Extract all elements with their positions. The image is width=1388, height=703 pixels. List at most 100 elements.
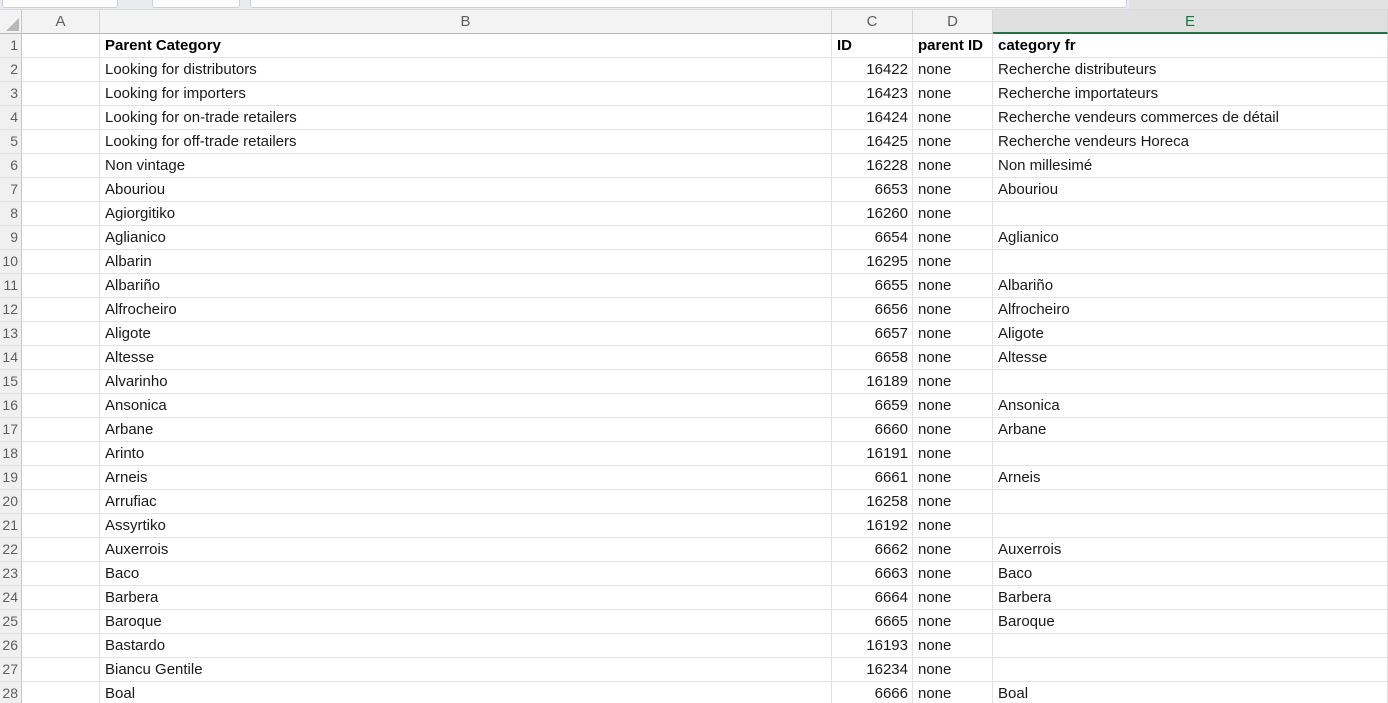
row-header-11[interactable]: 11	[0, 274, 22, 298]
cell-B6[interactable]: Non vintage	[100, 154, 832, 178]
cell-C26[interactable]: 16193	[832, 634, 913, 658]
cell-A7[interactable]	[22, 178, 100, 202]
row-header-17[interactable]: 17	[0, 418, 22, 442]
cell-A21[interactable]	[22, 514, 100, 538]
row-header-3[interactable]: 3	[0, 82, 22, 106]
row-header-6[interactable]: 6	[0, 154, 22, 178]
cell-D3[interactable]: none	[913, 82, 993, 106]
cell-A26[interactable]	[22, 634, 100, 658]
cell-E10[interactable]	[993, 250, 1388, 274]
cell-D20[interactable]: none	[913, 490, 993, 514]
cell-E24[interactable]: Barbera	[993, 586, 1388, 610]
cell-E18[interactable]	[993, 442, 1388, 466]
cell-D14[interactable]: none	[913, 346, 993, 370]
cell-E22[interactable]: Auxerrois	[993, 538, 1388, 562]
cell-B20[interactable]: Arrufiac	[100, 490, 832, 514]
cell-C23[interactable]: 6663	[832, 562, 913, 586]
cell-A20[interactable]	[22, 490, 100, 514]
row-header-18[interactable]: 18	[0, 442, 22, 466]
cell-E27[interactable]	[993, 658, 1388, 682]
row-header-1[interactable]: 1	[0, 34, 22, 58]
row-header-27[interactable]: 27	[0, 658, 22, 682]
row-header-5[interactable]: 5	[0, 130, 22, 154]
row-header-15[interactable]: 15	[0, 370, 22, 394]
cell-A23[interactable]	[22, 562, 100, 586]
row-header-20[interactable]: 20	[0, 490, 22, 514]
cell-E11[interactable]: Albariño	[993, 274, 1388, 298]
cell-A3[interactable]	[22, 82, 100, 106]
cell-C21[interactable]: 16192	[832, 514, 913, 538]
cell-E25[interactable]: Baroque	[993, 610, 1388, 634]
cell-A24[interactable]	[22, 586, 100, 610]
cell-E1[interactable]: category fr	[993, 34, 1388, 58]
cell-C12[interactable]: 6656	[832, 298, 913, 322]
cell-A5[interactable]	[22, 130, 100, 154]
row-header-8[interactable]: 8	[0, 202, 22, 226]
cell-B27[interactable]: Biancu Gentile	[100, 658, 832, 682]
row-header-28[interactable]: 28	[0, 682, 22, 703]
cell-D5[interactable]: none	[913, 130, 993, 154]
cell-D12[interactable]: none	[913, 298, 993, 322]
cell-A14[interactable]	[22, 346, 100, 370]
row-header-16[interactable]: 16	[0, 394, 22, 418]
cell-D26[interactable]: none	[913, 634, 993, 658]
cell-B8[interactable]: Agiorgitiko	[100, 202, 832, 226]
cell-C20[interactable]: 16258	[832, 490, 913, 514]
row-header-12[interactable]: 12	[0, 298, 22, 322]
cell-D13[interactable]: none	[913, 322, 993, 346]
cell-B1[interactable]: Parent Category	[100, 34, 832, 58]
cell-E5[interactable]: Recherche vendeurs Horeca	[993, 130, 1388, 154]
cell-B5[interactable]: Looking for off-trade retailers	[100, 130, 832, 154]
row-header-21[interactable]: 21	[0, 514, 22, 538]
cell-D7[interactable]: none	[913, 178, 993, 202]
cell-B16[interactable]: Ansonica	[100, 394, 832, 418]
cell-E7[interactable]: Abouriou	[993, 178, 1388, 202]
row-header-2[interactable]: 2	[0, 58, 22, 82]
cell-D4[interactable]: none	[913, 106, 993, 130]
cell-A12[interactable]	[22, 298, 100, 322]
cell-A4[interactable]	[22, 106, 100, 130]
cell-E19[interactable]: Arneis	[993, 466, 1388, 490]
cell-B10[interactable]: Albarin	[100, 250, 832, 274]
cell-B18[interactable]: Arinto	[100, 442, 832, 466]
column-header-a[interactable]: A	[22, 10, 100, 34]
insert-function-box[interactable]	[152, 0, 240, 8]
cell-B2[interactable]: Looking for distributors	[100, 58, 832, 82]
cell-C16[interactable]: 6659	[832, 394, 913, 418]
cell-D17[interactable]: none	[913, 418, 993, 442]
cell-A22[interactable]	[22, 538, 100, 562]
cell-A16[interactable]	[22, 394, 100, 418]
cell-E3[interactable]: Recherche importateurs	[993, 82, 1388, 106]
cell-B15[interactable]: Alvarinho	[100, 370, 832, 394]
cell-E6[interactable]: Non millesimé	[993, 154, 1388, 178]
cell-E15[interactable]	[993, 370, 1388, 394]
cell-D11[interactable]: none	[913, 274, 993, 298]
cell-C6[interactable]: 16228	[832, 154, 913, 178]
column-header-b[interactable]: B	[100, 10, 832, 34]
row-header-4[interactable]: 4	[0, 106, 22, 130]
cell-D10[interactable]: none	[913, 250, 993, 274]
cell-E16[interactable]: Ansonica	[993, 394, 1388, 418]
cell-D24[interactable]: none	[913, 586, 993, 610]
row-header-23[interactable]: 23	[0, 562, 22, 586]
cell-A6[interactable]	[22, 154, 100, 178]
cell-C15[interactable]: 16189	[832, 370, 913, 394]
cell-C13[interactable]: 6657	[832, 322, 913, 346]
cell-C28[interactable]: 6666	[832, 682, 913, 703]
cell-E26[interactable]	[993, 634, 1388, 658]
cell-A19[interactable]	[22, 466, 100, 490]
cell-C10[interactable]: 16295	[832, 250, 913, 274]
row-header-24[interactable]: 24	[0, 586, 22, 610]
cell-D19[interactable]: none	[913, 466, 993, 490]
cell-A17[interactable]	[22, 418, 100, 442]
cell-D16[interactable]: none	[913, 394, 993, 418]
cell-A27[interactable]	[22, 658, 100, 682]
row-header-26[interactable]: 26	[0, 634, 22, 658]
cell-C1[interactable]: ID	[832, 34, 913, 58]
cell-D2[interactable]: none	[913, 58, 993, 82]
cell-C27[interactable]: 16234	[832, 658, 913, 682]
column-header-c[interactable]: C	[832, 10, 913, 34]
cell-C7[interactable]: 6653	[832, 178, 913, 202]
cell-B11[interactable]: Albariño	[100, 274, 832, 298]
cell-B28[interactable]: Boal	[100, 682, 832, 703]
